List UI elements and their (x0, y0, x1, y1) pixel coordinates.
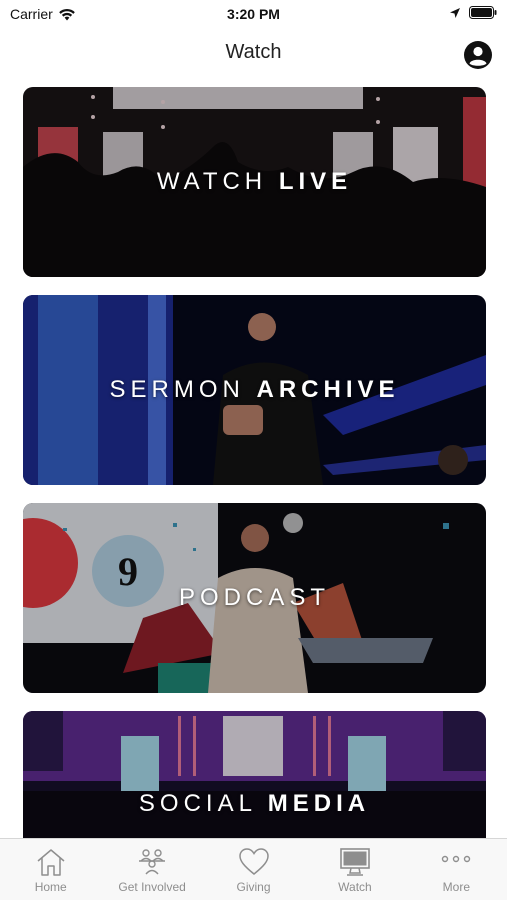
home-icon (37, 849, 65, 876)
battery-icon (469, 6, 497, 19)
tab-home-label: Home (34, 880, 67, 894)
tab-watch-label: Watch (338, 880, 372, 894)
podcast-label-light: PODCAST (178, 584, 330, 611)
tab-home[interactable]: Home (0, 839, 101, 900)
status-time: 3:20 PM (227, 6, 280, 22)
page-title: Watch (225, 41, 282, 63)
people-icon (139, 849, 166, 875)
social-media-label-light: SOCIAL (138, 790, 257, 817)
profile-icon[interactable] (463, 40, 493, 70)
sermon-archive-label-light: SERMON (109, 376, 245, 403)
watch-live-card[interactable]: WATCH LIVE (23, 87, 486, 277)
podcast-card[interactable]: 9 PODCAST (23, 503, 486, 693)
monitor-icon (340, 848, 370, 876)
location-arrow-icon (450, 7, 460, 18)
more-icon (442, 855, 471, 863)
heart-icon (238, 848, 269, 875)
tab-giving[interactable]: Giving (203, 839, 304, 900)
tab-more-label: More (442, 880, 470, 894)
social-media-image (23, 711, 486, 839)
watch-live-label-light: WATCH (156, 168, 268, 195)
tab-watch[interactable]: Watch (304, 839, 405, 900)
status-bar: Carrier 3:20 PM (0, 0, 507, 28)
tab-get-involved[interactable]: Get Involved (101, 839, 202, 900)
watch-live-label: WATCH LIVE (23, 168, 486, 196)
tab-more[interactable]: More (406, 839, 507, 900)
tab-get-involved-label: Get Involved (118, 880, 186, 894)
social-media-card[interactable]: SOCIAL MEDIA (23, 711, 486, 839)
tab-bar: Home Get Involved Giving Watch More (0, 838, 507, 900)
podcast-label: PODCAST (23, 584, 486, 612)
social-media-label: SOCIAL MEDIA (23, 790, 486, 818)
social-media-label-bold: MEDIA (267, 790, 371, 817)
sermon-archive-card[interactable]: SERMON ARCHIVE (23, 295, 486, 485)
sermon-archive-label: SERMON ARCHIVE (23, 376, 486, 404)
navigation-bar: Watch (0, 28, 507, 78)
watch-live-label-bold: LIVE (278, 168, 353, 195)
sermon-archive-label-bold: ARCHIVE (256, 376, 400, 403)
watch-menu: WATCH LIVE SERMON ARCHIVE 9 PODCAST SOCI… (23, 87, 486, 839)
tab-giving-label: Giving (236, 880, 271, 894)
